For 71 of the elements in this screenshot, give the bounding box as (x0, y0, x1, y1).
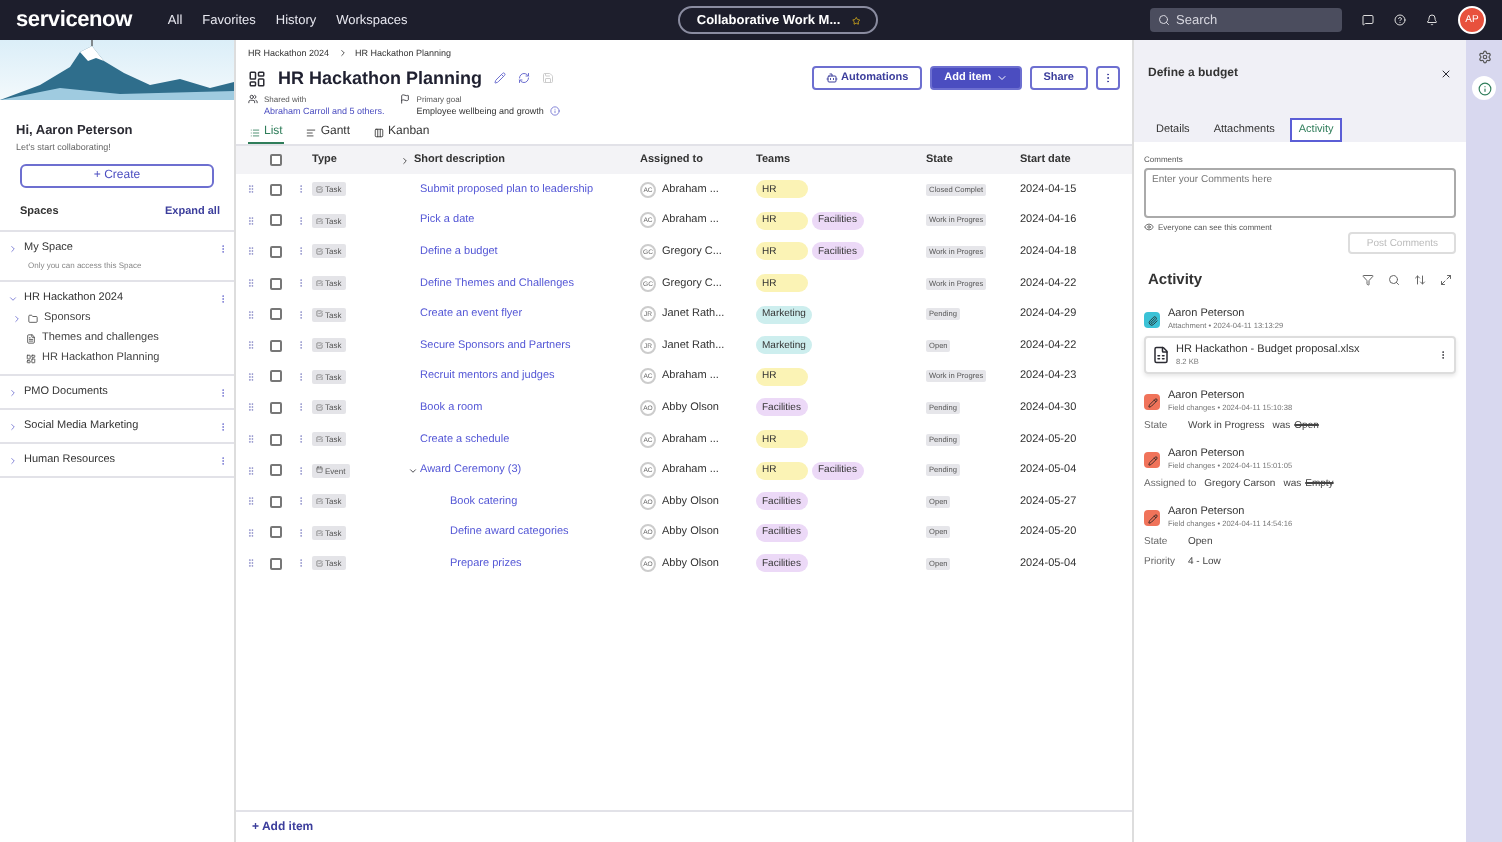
task-icon (316, 529, 323, 537)
row-checkbox[interactable] (270, 370, 282, 383)
info-button[interactable] (1472, 76, 1496, 100)
robot-icon (825, 72, 838, 84)
refresh-icon[interactable] (518, 72, 531, 84)
help-icon[interactable] (1394, 14, 1406, 26)
list-icon (250, 127, 260, 137)
info-icon[interactable] (549, 106, 560, 116)
caret-icon (995, 72, 1008, 84)
bell-icon[interactable] (1426, 14, 1438, 26)
chevron-right-icon[interactable] (8, 421, 18, 431)
row-checkbox[interactable] (270, 401, 282, 414)
task-icon (316, 279, 323, 287)
more-button[interactable] (1096, 66, 1120, 90)
sort-icon[interactable] (1414, 273, 1426, 285)
search-icon (1158, 14, 1170, 26)
folder-icon (28, 313, 38, 323)
pencil-icon (1144, 452, 1160, 468)
chat-icon[interactable] (1362, 14, 1374, 26)
paperclip-icon (1144, 312, 1160, 328)
page-title: HR Hackathon Planning (278, 68, 483, 88)
row-checkbox[interactable] (270, 557, 282, 570)
row-checkbox[interactable] (270, 339, 282, 352)
row-checkbox[interactable] (270, 214, 282, 227)
pencil-icon (1144, 510, 1160, 526)
row-checkbox[interactable] (270, 526, 282, 539)
event-icon (316, 466, 323, 474)
chevron-right-icon[interactable] (8, 455, 18, 465)
task-icon (316, 560, 323, 568)
chevron-down-icon[interactable] (408, 465, 418, 476)
row-checkbox[interactable] (270, 308, 282, 321)
row-checkbox[interactable] (270, 495, 282, 508)
star-icon[interactable] (852, 13, 861, 27)
chevron-down-icon[interactable] (8, 293, 18, 303)
task-icon (316, 404, 323, 412)
board-icon (26, 353, 36, 363)
task-icon (316, 217, 323, 225)
chevron-right-icon[interactable] (8, 243, 18, 253)
pencil-icon (1144, 394, 1160, 410)
edit-icon[interactable] (494, 72, 507, 84)
select-all-checkbox[interactable] (270, 154, 282, 166)
gantt-icon (306, 127, 317, 137)
task-icon (316, 186, 323, 194)
chevron-right-icon (337, 48, 348, 58)
logo[interactable]: servicenow (16, 8, 132, 32)
row-checkbox[interactable] (270, 433, 282, 446)
people-icon (248, 94, 258, 104)
save-icon[interactable] (542, 72, 555, 84)
flag-icon (400, 94, 411, 104)
row-checkbox[interactable] (270, 245, 282, 258)
eye-icon (1144, 222, 1154, 232)
task-icon (316, 310, 323, 318)
task-icon (316, 497, 323, 505)
chevron-right-icon[interactable] (12, 313, 22, 323)
task-icon (316, 248, 323, 256)
settings-icon[interactable] (1477, 50, 1491, 64)
close-icon[interactable] (1440, 68, 1452, 80)
task-icon (316, 342, 323, 350)
task-icon (316, 435, 323, 443)
row-checkbox[interactable] (270, 277, 282, 290)
columns-icon (374, 127, 385, 137)
chevron-right-icon[interactable] (400, 155, 410, 165)
spreadsheet-icon (1152, 346, 1170, 364)
row-checkbox[interactable] (270, 183, 282, 196)
filter-icon[interactable] (1362, 273, 1374, 285)
search-icon[interactable] (1388, 273, 1400, 285)
document-icon (26, 333, 36, 343)
chevron-right-icon[interactable] (8, 387, 18, 397)
board-icon (248, 69, 266, 87)
row-checkbox[interactable] (270, 464, 282, 477)
task-icon (316, 373, 323, 381)
